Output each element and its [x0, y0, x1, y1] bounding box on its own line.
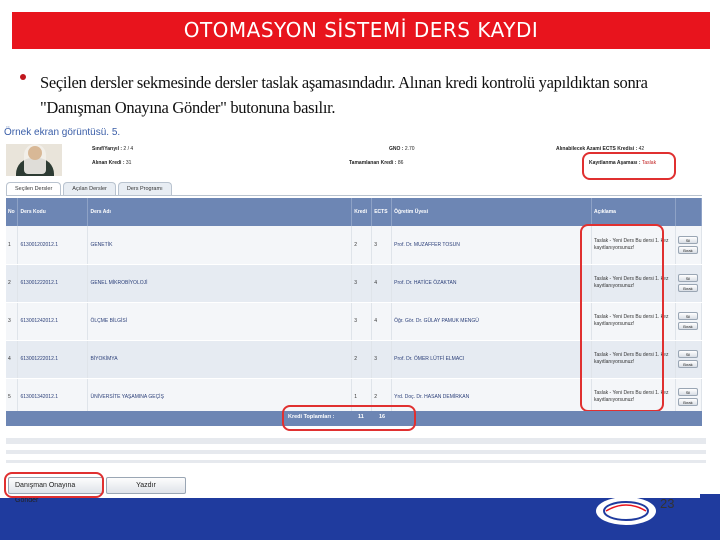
- description-highlight: [580, 224, 664, 412]
- bullet-icon: [20, 74, 26, 80]
- row-ects: 3: [371, 340, 393, 379]
- row-name: BİYOKİMYA: [87, 340, 353, 379]
- info-alinan-kredi: Alınan Kredi : 31: [92, 160, 132, 166]
- submit-highlight: [4, 472, 104, 498]
- row-kredi: 2: [351, 226, 373, 265]
- row-actions: Sil Bırak: [675, 264, 703, 303]
- totals-highlight: [282, 405, 416, 431]
- yazdir-button[interactable]: Yazdır: [106, 477, 186, 494]
- info-sinif: Sınıf/Yarıyıl : 2 / 4: [92, 146, 134, 152]
- row-no: 3: [6, 302, 19, 341]
- status-highlight: [582, 152, 676, 180]
- sil-button[interactable]: Sil: [677, 312, 698, 320]
- watermark-band: [0, 432, 720, 472]
- university-logo-icon: [596, 493, 664, 525]
- col-actions: [675, 198, 703, 226]
- row-teacher: Öğr. Gör. Dr. GÜLAY PAMUK MENGÜ: [391, 302, 592, 341]
- row-actions: Sil Bırak: [675, 340, 703, 379]
- table-header-row: No Ders Kodu Ders Adı Kredi ECTS Öğretim…: [6, 198, 703, 226]
- tab-acilan-dersler[interactable]: Açılan Dersler: [63, 182, 116, 196]
- row-ects: 4: [371, 264, 393, 303]
- row-code: 613001222012.1: [17, 340, 89, 379]
- tab-bar: Seçilen Dersler Açılan Dersler Ders Prog…: [6, 182, 174, 196]
- birak-button[interactable]: Bırak: [677, 322, 698, 330]
- sil-button[interactable]: Sil: [677, 388, 698, 396]
- col-kredi: Kredi: [351, 198, 373, 226]
- row-ects: 3: [371, 226, 393, 265]
- info-gno: GNO : 2.70: [389, 146, 415, 152]
- birak-button[interactable]: Bırak: [677, 245, 698, 254]
- row-actions: Sil Bırak: [675, 302, 703, 341]
- tab-secilen-dersler[interactable]: Seçilen Dersler: [6, 182, 62, 196]
- row-ects: 4: [371, 302, 393, 341]
- birak-button[interactable]: Bırak: [677, 398, 698, 406]
- info-tamamlanan-kredi: Tamamlanan Kredi : 86: [349, 160, 404, 166]
- row-kredi: 2: [351, 340, 373, 379]
- row-code: 613001242012.1: [17, 302, 89, 341]
- student-photo: [6, 144, 62, 176]
- row-no: 2: [6, 264, 19, 303]
- birak-button[interactable]: Bırak: [677, 284, 698, 292]
- row-name: GENETİK: [87, 226, 353, 265]
- sil-button[interactable]: Sil: [677, 274, 698, 282]
- col-ders-adi: Ders Adı: [87, 198, 353, 226]
- col-no: No: [6, 198, 19, 226]
- row-name: GENEL MİKROBİYOLOJİ: [87, 264, 353, 303]
- row-teacher: Prof. Dr. ÖMER LÜTFİ ELMACI: [391, 340, 592, 379]
- page-number: 23: [660, 496, 675, 511]
- row-teacher: Prof. Dr. HATİCE ÖZAKTAN: [391, 264, 592, 303]
- sil-button[interactable]: Sil: [677, 235, 698, 244]
- row-code: 613001202012.1: [17, 226, 89, 265]
- row-name: ÖLÇME BİLGİSİ: [87, 302, 353, 341]
- col-ders-kodu: Ders Kodu: [17, 198, 89, 226]
- col-ogretim-uyesi: Öğretim Üyesi: [391, 198, 592, 226]
- screenshot-panel: Sınıf/Yarıyıl : 2 / 4 GNO : 2.70 Alınabi…: [4, 140, 706, 431]
- row-no: 4: [6, 340, 19, 379]
- birak-button[interactable]: Bırak: [677, 360, 698, 368]
- slide-description: Seçilen dersler sekmesinde dersler tasla…: [40, 73, 648, 117]
- col-aciklama: Açıklama: [591, 198, 676, 226]
- row-actions: Sil Bırak: [675, 226, 703, 265]
- row-teacher: Prof. Dr. MUZAFFER TOSUN: [391, 226, 592, 265]
- screenshot-caption: Örnek ekran görüntüsü. 5.: [4, 127, 121, 138]
- tab-ders-programi[interactable]: Ders Programı: [117, 182, 172, 196]
- slide-title: OTOMASYON SİSTEMİ DERS KAYDI: [12, 12, 710, 49]
- sil-button[interactable]: Sil: [677, 350, 698, 358]
- row-kredi: 3: [351, 264, 373, 303]
- row-no: 1: [6, 226, 19, 265]
- col-ects: ECTS: [371, 198, 393, 226]
- row-kredi: 3: [351, 302, 373, 341]
- row-code: 613001222012.1: [17, 264, 89, 303]
